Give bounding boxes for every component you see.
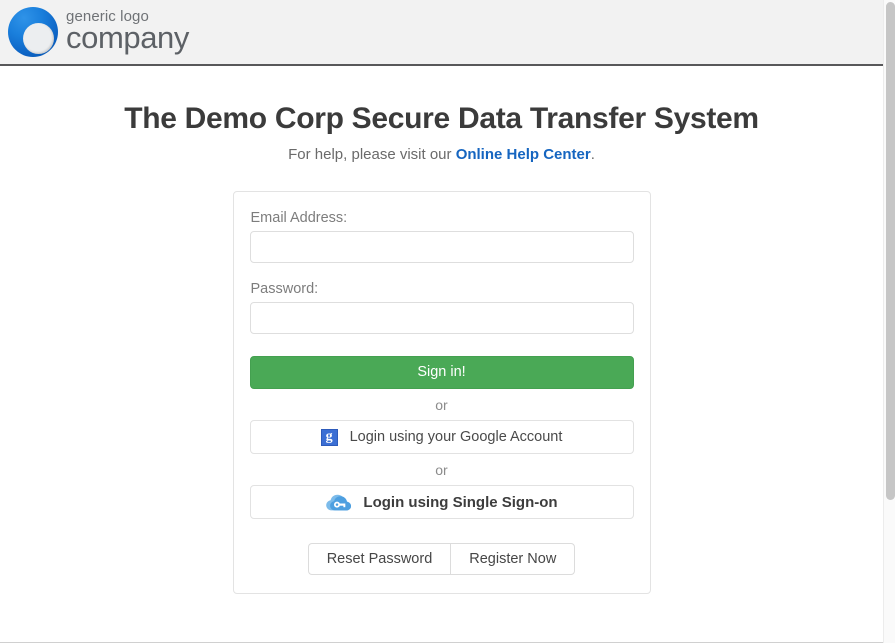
sign-in-button[interactable]: Sign in! [249, 356, 634, 389]
email-label: Email Address: [250, 210, 348, 226]
password-field-group: Password: [249, 281, 634, 334]
brand-line-2: company [66, 20, 189, 55]
online-help-center-link[interactable]: Online Help Center [456, 146, 591, 163]
brand-wordmark: generic logo company [66, 9, 189, 55]
sso-login-label: Login using Single Sign-on [363, 493, 558, 511]
or-separator-2: or [435, 462, 448, 478]
password-label: Password: [250, 281, 319, 297]
page-title: The Demo Corp Secure Data Transfer Syste… [124, 102, 759, 135]
register-now-button[interactable]: Register Now [450, 543, 576, 575]
google-login-button[interactable]: g Login using your Google Account [249, 420, 634, 454]
login-panel: Email Address: Password: Sign in! or g L… [232, 191, 651, 594]
main-content: The Demo Corp Secure Data Transfer Syste… [0, 66, 883, 594]
or-separator-1: or [435, 397, 448, 413]
page-root: generic logo company The Demo Corp Secur… [0, 0, 883, 643]
help-subtitle-prefix: For help, please visit our [288, 146, 456, 163]
google-g-icon: g [320, 428, 338, 446]
help-subtitle: For help, please visit our Online Help C… [0, 146, 883, 163]
reset-password-button[interactable]: Reset Password [307, 543, 451, 575]
logo-inner-circle [23, 23, 54, 54]
email-input[interactable] [249, 231, 634, 263]
sso-login-button[interactable]: Login using Single Sign-on [249, 485, 634, 519]
site-header: generic logo company [0, 0, 883, 66]
scrollbar-thumb[interactable] [886, 2, 895, 500]
account-actions-group: Reset Password Register Now [250, 543, 634, 575]
vertical-scrollbar[interactable] [883, 0, 895, 643]
company-logo-icon [6, 6, 58, 58]
help-subtitle-suffix: . [590, 146, 595, 163]
cloud-key-icon [326, 494, 352, 510]
google-login-label: Login using your Google Account [349, 429, 563, 445]
password-input[interactable] [249, 302, 634, 334]
email-field-group: Email Address: [249, 210, 634, 263]
brand-logo[interactable]: generic logo company [6, 6, 189, 58]
